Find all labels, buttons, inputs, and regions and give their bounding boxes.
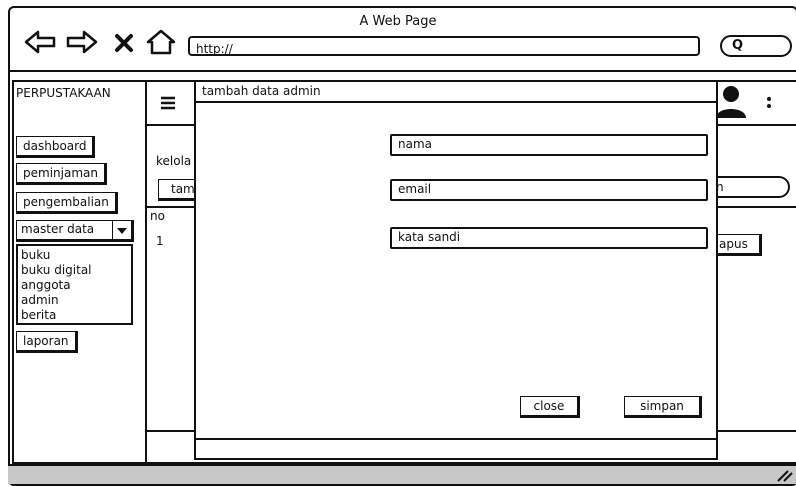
master-item-admin[interactable]: admin <box>21 293 128 308</box>
home-icon[interactable] <box>146 29 176 55</box>
search-icon: Q <box>732 38 744 53</box>
kebab-menu-icon[interactable] <box>766 96 772 110</box>
resize-handle-icon[interactable] <box>774 470 794 482</box>
page-heading: kelola <box>156 154 192 168</box>
add-data-button[interactable]: tam <box>158 179 198 201</box>
delete-button[interactable]: apus <box>714 234 762 256</box>
nav-peminjaman-button[interactable]: peminjaman <box>16 163 107 185</box>
chrome-divider <box>8 70 796 72</box>
url-text: http:// <box>196 42 233 56</box>
brand-title: PERPUSTAKAAN <box>16 86 111 100</box>
table-header-no: no <box>150 209 165 223</box>
add-admin-modal: tambah data admin nama email kata sandi … <box>194 80 718 460</box>
browser-title: A Web Page <box>359 14 437 29</box>
simpan-button[interactable]: simpan <box>624 396 702 418</box>
nav-pengembalian-button[interactable]: pengembalian <box>16 192 118 214</box>
hamburger-icon[interactable] <box>160 96 176 110</box>
modal-footer-divider <box>196 438 716 440</box>
nama-field[interactable]: nama <box>390 134 708 156</box>
stop-icon[interactable] <box>114 33 134 53</box>
chevron-down-icon[interactable] <box>112 219 131 240</box>
master-item-anggota[interactable]: anggota <box>21 278 128 293</box>
master-item-buku-digital[interactable]: buku digital <box>21 263 128 278</box>
master-data-select[interactable]: master data <box>16 219 134 242</box>
user-avatar-icon[interactable] <box>714 84 748 120</box>
close-button[interactable]: close <box>520 396 580 418</box>
master-data-dropdown: buku buku digital anggota admin berita <box>16 244 133 325</box>
modal-title-divider <box>196 101 716 103</box>
nav-dashboard-button[interactable]: dashboard <box>16 136 96 158</box>
master-item-berita[interactable]: berita <box>21 308 128 323</box>
table-cell-no: 1 <box>156 234 164 248</box>
back-icon[interactable] <box>24 30 56 54</box>
email-field[interactable]: email <box>390 179 708 201</box>
nav-laporan-button[interactable]: laporan <box>16 331 78 353</box>
master-item-buku[interactable]: buku <box>21 248 128 263</box>
kata-sandi-field[interactable]: kata sandi <box>390 227 708 249</box>
status-bar <box>8 464 796 484</box>
email-placeholder: email <box>398 182 432 196</box>
address-bar[interactable]: http:// <box>188 36 700 56</box>
forward-icon[interactable] <box>66 30 98 54</box>
kata-sandi-placeholder: kata sandi <box>398 230 461 244</box>
modal-title: tambah data admin <box>202 84 321 98</box>
browser-search[interactable]: Q <box>720 35 792 57</box>
nama-placeholder: nama <box>398 137 433 151</box>
master-data-label: master data <box>21 222 95 236</box>
